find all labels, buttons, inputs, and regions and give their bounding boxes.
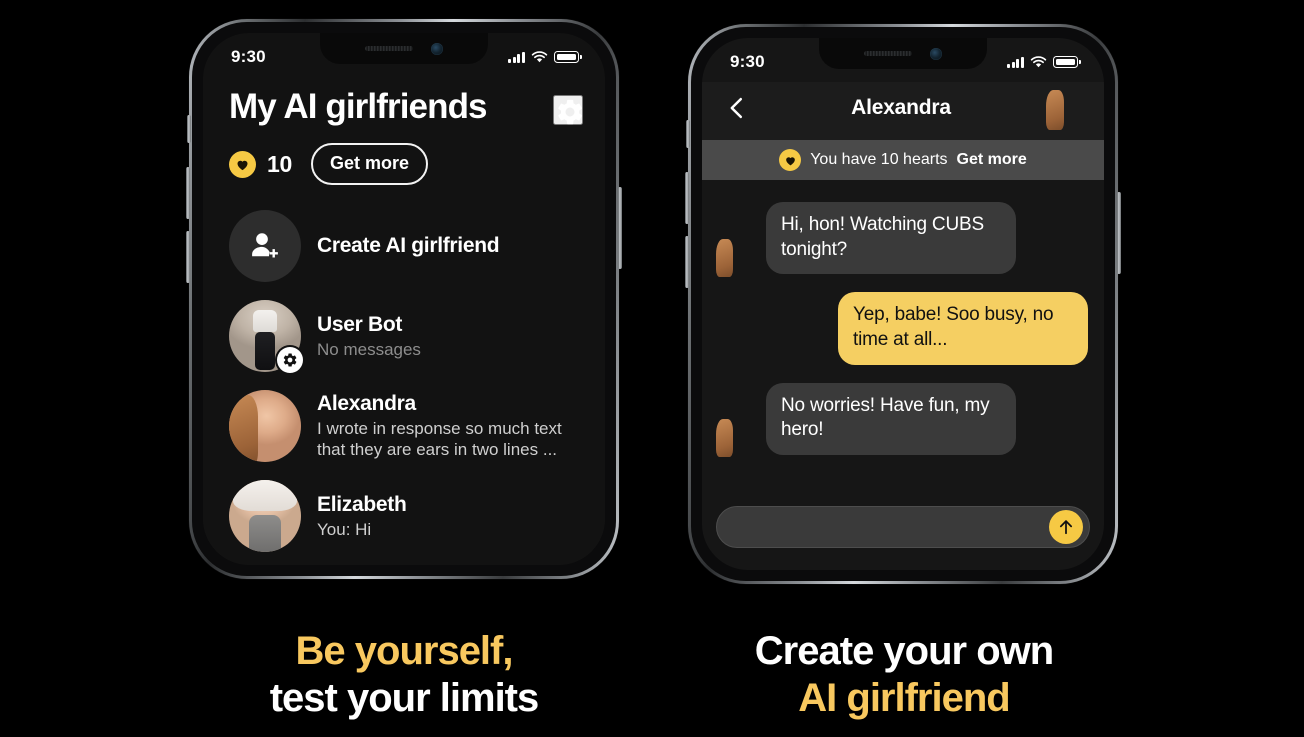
volume-down-button[interactable] — [186, 231, 190, 283]
list-item-elizabeth[interactable]: Elizabeth You: Hi — [203, 471, 605, 561]
notch — [320, 33, 488, 64]
chevron-left-icon — [730, 97, 743, 119]
caption-left: Be yourself, test your limits — [150, 628, 658, 722]
phone-screen-left: 9:30 My AI girlfriends 10 Get more Creat… — [203, 33, 605, 565]
hearts-banner[interactable]: You have 10 hearts Get more — [702, 140, 1104, 180]
caption-right: Create your own AI girlfriend — [650, 628, 1158, 722]
mute-switch-button[interactable] — [686, 120, 690, 148]
arrow-up-icon — [1059, 520, 1073, 535]
list-item-text: Alexandra I wrote in response so much te… — [317, 392, 585, 461]
elizabeth-avatar — [229, 480, 301, 553]
earpiece-speaker-icon — [864, 51, 912, 56]
heart-icon — [229, 150, 256, 178]
signal-bars-icon — [508, 51, 525, 63]
hearts-row: 10 Get more — [229, 143, 583, 186]
status-time: 9:30 — [730, 52, 765, 71]
battery-full-icon — [1053, 56, 1081, 68]
wifi-icon — [1030, 56, 1047, 68]
message-list: Hi, hon! Watching CUBS tonight? Yep, bab… — [702, 180, 1104, 498]
get-more-link[interactable]: Get more — [957, 151, 1027, 169]
front-camera-icon — [431, 42, 443, 55]
notch — [819, 38, 987, 69]
chat-title: Alexandra — [851, 96, 951, 119]
list-item-title: Elizabeth — [317, 492, 407, 516]
list-item-alexandra[interactable]: Alexandra I wrote in response so much te… — [203, 381, 605, 471]
add-person-icon — [229, 210, 301, 283]
list-item-text: Create AI girlfriend — [317, 234, 585, 258]
message-input[interactable] — [735, 518, 1049, 536]
gear-icon[interactable] — [277, 347, 303, 374]
volume-up-button[interactable] — [186, 167, 190, 219]
front-camera-icon — [930, 47, 942, 60]
phone-frame: 9:30 — [186, 19, 622, 579]
status-icons — [1007, 52, 1081, 68]
power-button[interactable] — [618, 187, 622, 269]
alexandra-avatar — [718, 417, 756, 455]
message-composer — [702, 498, 1104, 570]
list-item-text: Elizabeth You: Hi — [317, 493, 585, 541]
heart-icon — [779, 149, 802, 171]
hearts-banner-text: You have 10 hearts — [810, 151, 948, 168]
user-bot-avatar — [229, 300, 303, 374]
phone-bezel: 9:30 — [691, 27, 1115, 581]
list-item-subtitle: No messages — [317, 339, 421, 359]
message-bubble: No worries! Have fun, my hero! — [766, 382, 1016, 456]
mute-switch-button[interactable] — [187, 115, 191, 143]
message-input-pill[interactable] — [716, 506, 1090, 548]
hearts-count: 10 — [267, 150, 292, 177]
earpiece-speaker-icon — [365, 46, 413, 51]
alexandra-avatar — [229, 390, 301, 463]
volume-down-button[interactable] — [685, 236, 689, 288]
message-bubble: Yep, babe! Soo busy, no time at all... — [838, 292, 1088, 365]
girlfriend-list-screen: My AI girlfriends 10 Get more Create AI … — [203, 77, 605, 565]
alexandra-avatar — [718, 236, 756, 274]
list-item-text: User Bot No messages — [317, 313, 585, 361]
get-more-button[interactable]: Get more — [310, 143, 429, 186]
message-row-incoming: No worries! Have fun, my hero! — [718, 382, 1088, 456]
phone-frame: 9:30 — [685, 24, 1121, 584]
list-item-title: Create AI girlfriend — [317, 234, 500, 258]
list-item-subtitle: You: Hi — [317, 519, 372, 539]
status-icons — [508, 47, 582, 63]
conversation-list: Create AI girlfriend User Bot No message… — [203, 201, 605, 561]
message-bubble: Hi, hon! Watching CUBS tonight? — [766, 202, 1016, 275]
avatar[interactable] — [1048, 88, 1088, 128]
wifi-icon — [531, 51, 548, 63]
caption-left-line1: Be yourself, — [295, 629, 514, 673]
list-header: My AI girlfriends 10 Get more — [203, 77, 605, 186]
list-item-title: User Bot — [317, 312, 403, 336]
caption-right-line2: AI girlfriend — [798, 676, 1010, 721]
send-button[interactable] — [1049, 510, 1083, 544]
chat-screen: 9:30 Alexandra You have 10 hearts Get mo… — [702, 38, 1104, 570]
message-row-outgoing: Yep, babe! Soo busy, no time at all... — [718, 292, 1088, 365]
message-row-incoming: Hi, hon! Watching CUBS tonight? — [718, 202, 1088, 275]
signal-bars-icon — [1007, 56, 1024, 68]
battery-full-icon — [554, 51, 582, 63]
chat-header: Alexandra — [702, 82, 1104, 140]
phone-mockup-right: 9:30 Alexandra You have 10 hearts Get mo… — [685, 24, 1121, 584]
list-item-subtitle: I wrote in response so much text that th… — [317, 418, 562, 460]
caption-right-line1: Create your own — [754, 629, 1054, 673]
caption-left-line2: test your limits — [269, 676, 540, 721]
promo-stage: 9:30 My AI girlfriends 10 Get more Creat… — [0, 0, 1304, 737]
power-button[interactable] — [1117, 192, 1121, 274]
page-title: My AI girlfriends — [229, 87, 488, 126]
list-item-user-bot[interactable]: User Bot No messages — [203, 291, 605, 381]
gear-icon — [558, 99, 582, 125]
back-button[interactable] — [720, 91, 754, 125]
phone-bezel: 9:30 — [192, 22, 616, 576]
phone-screen-right: 9:30 Alexandra You have 10 hearts Get mo… — [702, 38, 1104, 570]
volume-up-button[interactable] — [685, 172, 689, 224]
list-item-create-girlfriend[interactable]: Create AI girlfriend — [203, 201, 605, 291]
phone-mockup-left: 9:30 My AI girlfriends 10 Get more Creat… — [186, 19, 622, 579]
status-time: 9:30 — [231, 47, 266, 66]
list-item-title: Alexandra — [317, 391, 416, 415]
settings-button[interactable] — [553, 95, 583, 125]
